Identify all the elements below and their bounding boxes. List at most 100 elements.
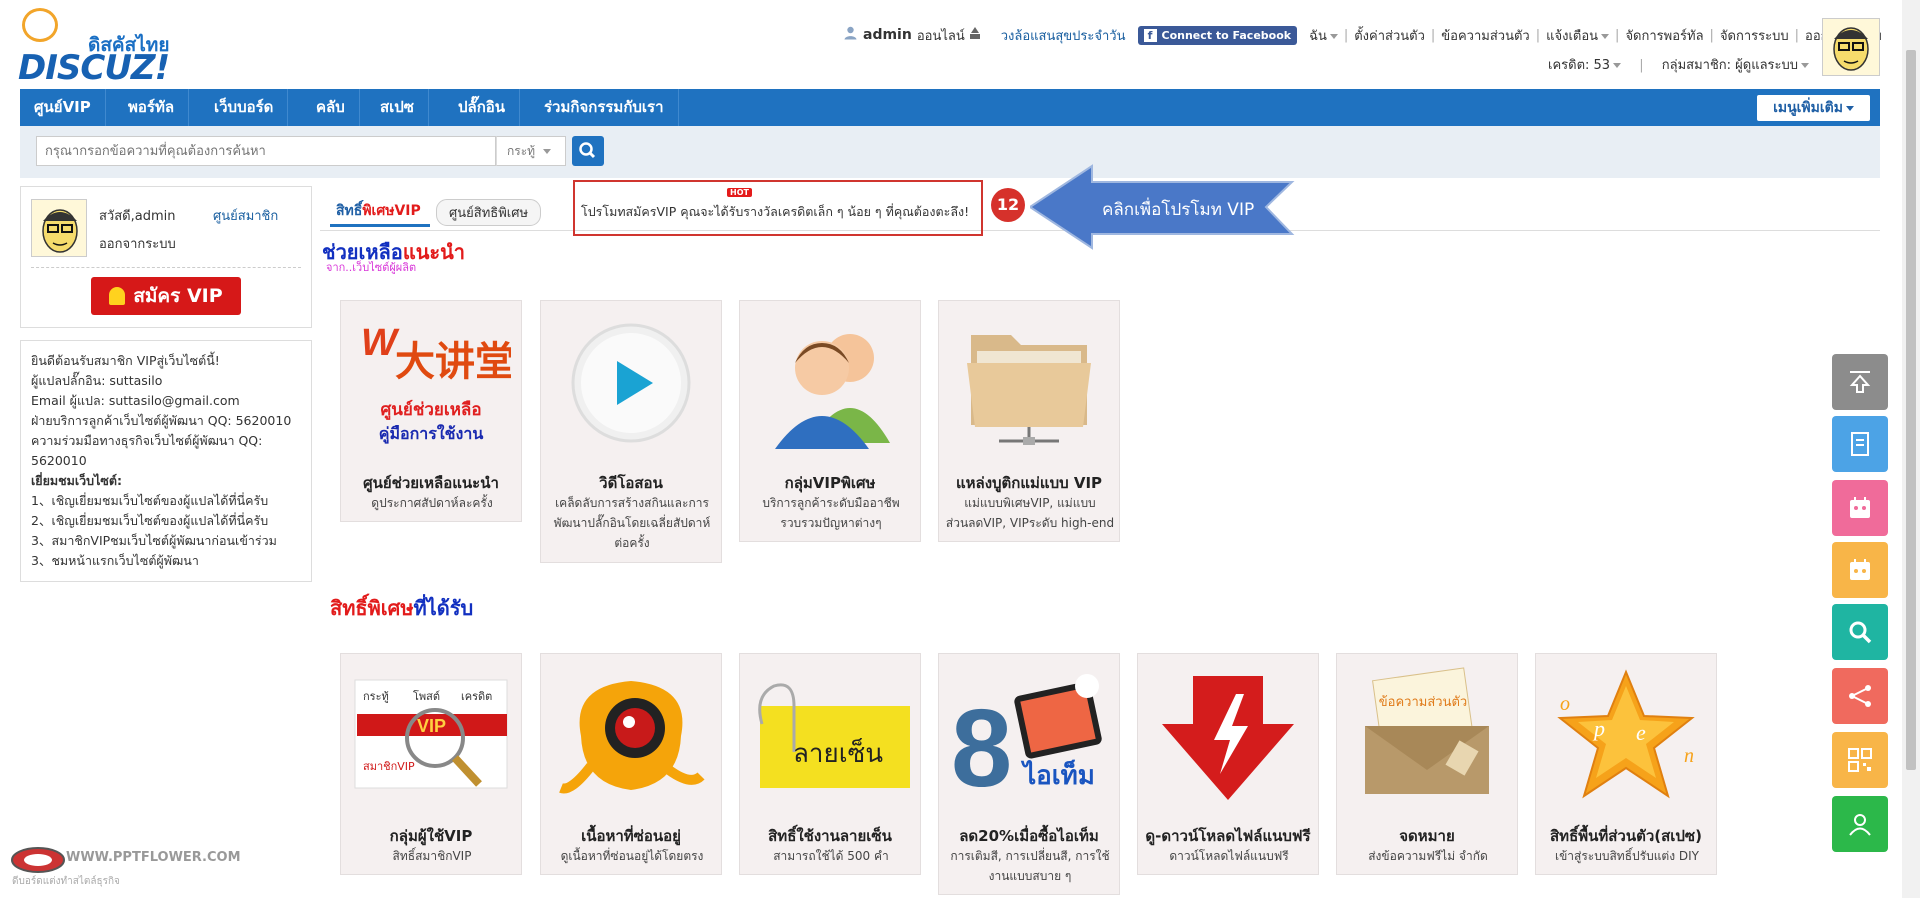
calendar-icon <box>1850 559 1870 580</box>
nav-club[interactable]: คลับ <box>302 89 360 126</box>
credits-link[interactable]: เครดิต: 53 <box>1548 58 1610 73</box>
menu-system-admin[interactable]: จัดการระบบ <box>1720 25 1789 46</box>
facebook-connect-button[interactable]: f Connect to Facebook <box>1137 25 1298 45</box>
page-scrollbar[interactable] <box>1902 0 1920 898</box>
watermark-subtitle: ดีบอร์ดแต่งทำสไตล์ธุรกิจ <box>12 876 120 887</box>
menu-me[interactable]: ฉัน <box>1309 25 1338 46</box>
nav-vip-center[interactable]: ศูนย์VIP <box>20 89 106 126</box>
chevron-down-icon <box>1601 33 1610 39</box>
promo-banner[interactable]: HOT โปรโมทสมัครVIP คุณจะได้รับรางวัลเครด… <box>573 180 983 236</box>
card-free-attachments[interactable]: ดู-ดาวน์โหลดไฟล์แนบฟรี ดาวน์โหลดไฟล์แนบฟ… <box>1137 653 1319 875</box>
card-title: เนื้อหาที่ซ่อนอยู่ <box>581 827 681 845</box>
checkin-button[interactable] <box>1832 480 1888 536</box>
divider <box>31 267 301 268</box>
vip-signup-button[interactable]: สมัคร VIP <box>91 277 241 315</box>
video-play-icon <box>551 313 711 453</box>
card-signature[interactable]: ลายเซ็น สิทธิ์ใช้งานลายเซ็น สามารถใช้ได้… <box>739 653 921 875</box>
separator: | <box>1615 27 1620 43</box>
visit-link[interactable]: 3、ชมหน้าแรกเว็บไซต์ผู้พัฒนา <box>31 551 301 571</box>
active-tab-indicator <box>330 224 430 227</box>
nav-space[interactable]: สเปซ <box>366 89 429 126</box>
menu-notifications[interactable]: แจ้งเตือน <box>1546 25 1610 46</box>
search-scope-select[interactable]: กระทู้ <box>496 136 566 166</box>
chevron-down-icon <box>1801 63 1810 68</box>
menu-portal-admin[interactable]: จัดการพอร์ทัล <box>1625 25 1703 46</box>
help-section-subtitle: จาก..เว็บไซต์ผู้ผลิต <box>326 261 417 274</box>
promo-text[interactable]: โปรโมทสมัครVIP คุณจะได้รับรางวัลเครดิตเล… <box>581 202 969 222</box>
search-tool-button[interactable] <box>1832 604 1888 660</box>
menu-settings[interactable]: ตั้งค่าส่วนตัว <box>1354 25 1425 46</box>
back-to-top-button[interactable] <box>1832 354 1888 410</box>
main-nav: ศูนย์VIP พอร์ทัล เว็บบอร์ด คลับ สเปซ ปลั… <box>20 89 1880 126</box>
user-group-link[interactable]: กลุ่มสมาชิก: ผู้ดูแลระบบ <box>1662 58 1798 73</box>
greeting-text: สวัสดี,admin <box>99 209 176 224</box>
svg-text:e: e <box>1636 720 1646 745</box>
card-personal-space[interactable]: o p e n สิทธิ์พื้นที่ส่วนตัว(สเปซ) เข้าส… <box>1535 653 1717 875</box>
bell-icon <box>109 287 126 305</box>
tab-vip-label-a: สิทธิ์ <box>336 203 363 219</box>
card-vip-group[interactable]: กลุ่มVIPพิเศษ บริการลูกค้าระดับมืออาชีพ … <box>739 300 921 542</box>
user-panel: สวัสดี,admin ศูนย์สมาชิก ออกจากระบบ สมัค… <box>20 186 312 328</box>
share-button[interactable] <box>1832 668 1888 724</box>
visit-link[interactable]: 2、เชิญเยี่ยมชมเว็บไซต์ของผู้แปลได้ที่นี่… <box>31 511 301 531</box>
visit-link[interactable]: 3、สมาชิกVIPชมเว็บไซต์ผู้พัฒนาก่อนเข้าร่ว… <box>31 531 301 551</box>
tab-privilege-center[interactable]: ศูนย์สิทธิพิเศษ <box>436 199 542 226</box>
privileges-title-a: สิทธิ์พิเศษ <box>330 596 414 620</box>
stealth-icon[interactable] <box>969 26 981 44</box>
user-avatar[interactable] <box>31 199 87 257</box>
info-line: ผู้แปลปลั๊กอิน: suttasilo <box>31 373 163 388</box>
nav-forum[interactable]: เว็บบอร์ด <box>200 89 289 126</box>
vip-img-label: กระทู้ <box>363 690 389 703</box>
nav-plugins[interactable]: ปลั๊กอิน <box>444 89 521 126</box>
logout-link[interactable]: ออกจากระบบ <box>99 233 176 254</box>
card-private-mail[interactable]: ข้อความส่วนตัว จดหมาย ส่งข้อความฟรีไม่ จ… <box>1336 653 1518 875</box>
online-status[interactable]: ออนไลน์ <box>917 25 965 46</box>
card-help-center[interactable]: W 大讲堂 ศูนย์ช่วยเหลือ คู่มือการใช้งาน ศูน… <box>340 300 522 522</box>
search-button[interactable] <box>572 136 604 166</box>
nav-portal[interactable]: พอร์ทัล <box>114 89 190 126</box>
visit-link[interactable]: 1、เชิญเยี่ยมชมเว็บไซต์ของผู้แปลได้ที่นี่… <box>31 491 301 511</box>
folder-icon <box>949 313 1109 453</box>
member-center-link[interactable]: ศูนย์สมาชิก <box>213 205 278 226</box>
nav-activities[interactable]: ร่วมกิจกรรมกับเรา <box>530 89 679 126</box>
more-menu-label: เมนูเพิ่มเติม <box>1773 100 1843 116</box>
logo-wordmark[interactable]: DISCUZ! <box>18 48 170 88</box>
star-icon: o p e n <box>1546 666 1706 806</box>
arrow-up-icon <box>1849 371 1871 393</box>
logo-bubble-icon <box>22 8 58 42</box>
daily-wheel-link[interactable]: วงล้อแสนสุขประจำวัน <box>1001 25 1126 46</box>
svg-text:p: p <box>1592 716 1605 741</box>
avatar[interactable] <box>1822 18 1880 76</box>
svg-text:VIP: VIP <box>417 716 446 736</box>
card-vip-user-group[interactable]: กระทู้ โพสต์ เครดิต VIP สมาชิกVIP กลุ่มผ… <box>340 653 522 875</box>
separator: | <box>1794 27 1800 43</box>
separator: | <box>1639 58 1644 73</box>
card-title: แหล่งบูติกแม่แบบ VIP <box>955 474 1103 492</box>
search-bar: กระทู้ <box>20 126 1880 178</box>
help-img-line-b: คู่มือการใช้งาน <box>379 424 484 445</box>
search-scope-label: กระทู้ <box>507 144 536 158</box>
menu-messages[interactable]: ข้อความส่วนตัว <box>1441 25 1529 46</box>
card-desc: บริการลูกค้าระดับมืออาชีพ รวบรวมปัญหาต่า… <box>762 496 900 530</box>
menu-me-label: ฉัน <box>1309 28 1327 44</box>
more-menu-button[interactable]: เมนูเพิ่มเติม <box>1757 95 1870 121</box>
person-icon <box>1849 814 1871 836</box>
search-input[interactable] <box>36 136 496 166</box>
vip-img-label: โพสต์ <box>413 689 440 703</box>
new-post-button[interactable] <box>1832 416 1888 472</box>
tab-vip-privileges[interactable]: สิทธิ์พิเศษVIP <box>336 200 421 222</box>
card-desc: สิทธิ์สมาชิกVIP <box>392 849 472 863</box>
card-template-boutique[interactable]: แหล่งบูติกแม่แบบ VIP แม่แบบพิเศษVIP, แม่… <box>938 300 1120 542</box>
contact-button[interactable] <box>1832 796 1888 852</box>
qrcode-button[interactable] <box>1832 732 1888 788</box>
card-item-discount[interactable]: 8 ไอเท็ม ลด20%เมื่อซื้อไอเท็ม การเติมสี,… <box>938 653 1120 895</box>
card-hidden-content[interactable]: เนื้อหาที่ซ่อนอยู่ ดูเนื้อหาที่ซ่อนอยู่ไ… <box>540 653 722 875</box>
info-line: ฝ่ายบริการลูกค้าเว็บไซต์ผู้พัฒนา QQ: 562… <box>31 413 292 428</box>
scrollbar-thumb[interactable] <box>1906 50 1916 770</box>
username-link[interactable]: admin <box>863 27 912 43</box>
calendar-button[interactable] <box>1832 542 1888 598</box>
card-video-tutorial[interactable]: วิดีโอสอน เคล็ดลับการสร้างสกินและการพัฒน… <box>540 300 722 563</box>
envelope-icon: ข้อความส่วนตัว <box>1347 666 1507 806</box>
card-desc: แม่แบบพิเศษVIP, แม่แบบส่วนลดVIP, VIPระดั… <box>945 496 1115 530</box>
qr-code-icon <box>1848 748 1872 772</box>
